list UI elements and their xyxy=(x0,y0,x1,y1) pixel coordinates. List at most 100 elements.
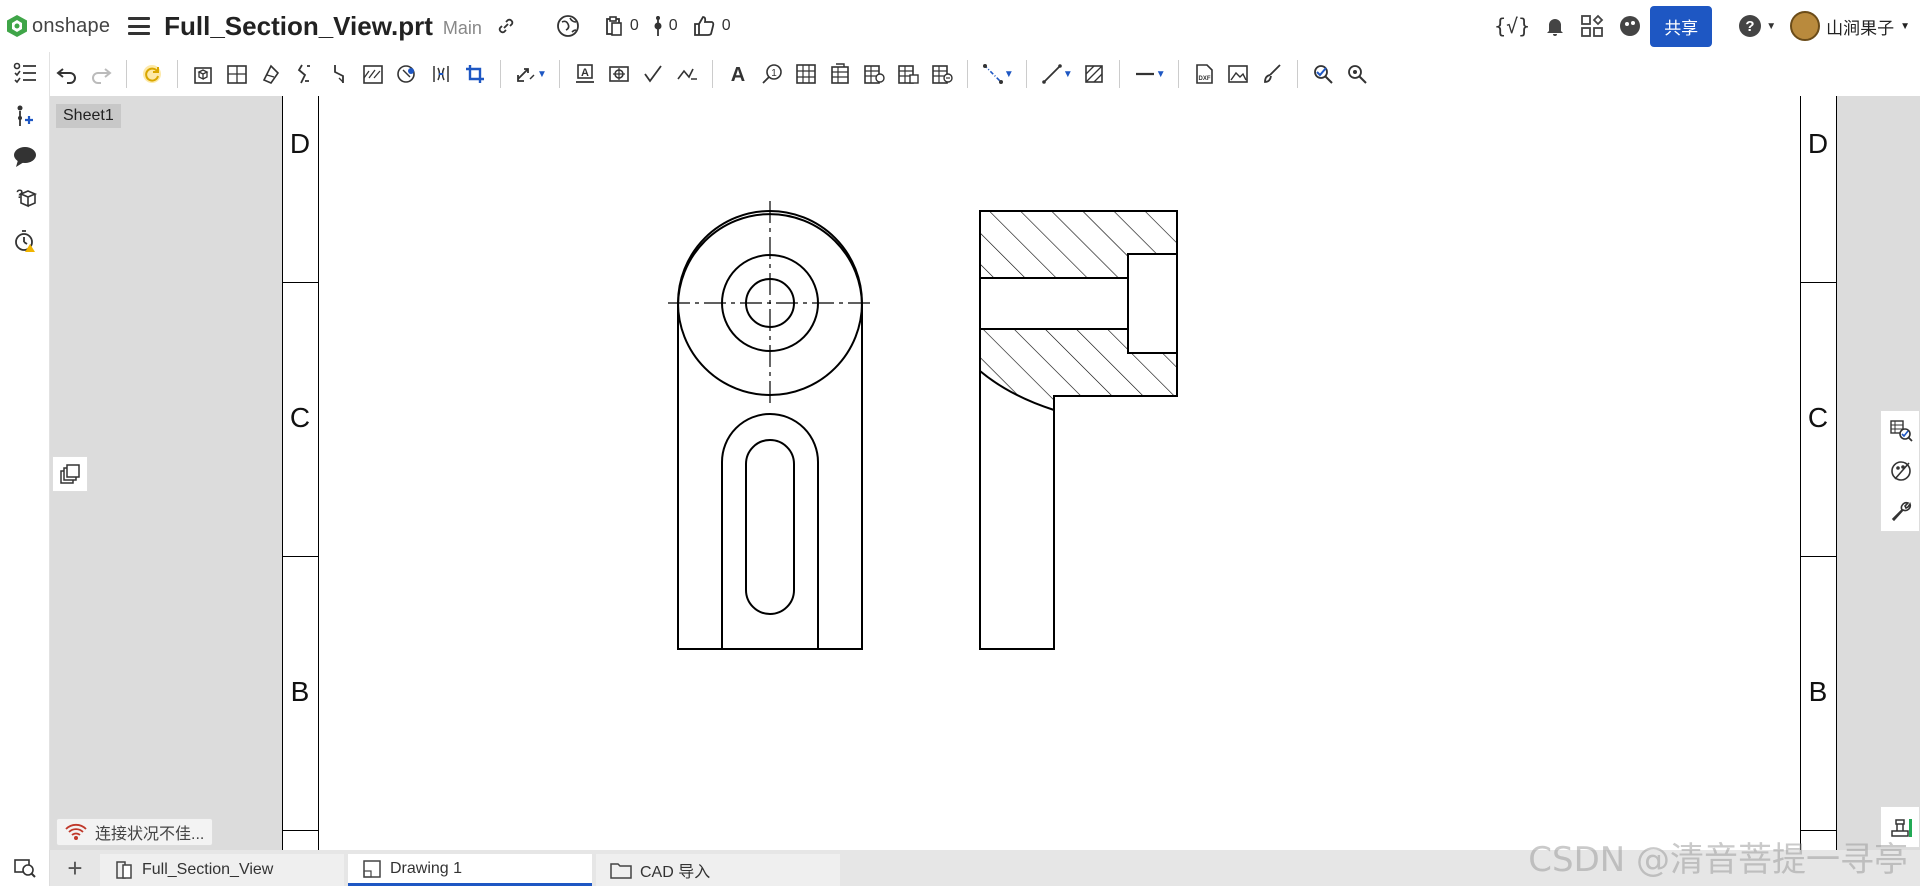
zone-label-b-left: B xyxy=(290,676,310,707)
clipboard-counter[interactable]: 0 xyxy=(604,15,639,37)
learning-center-icon[interactable] xyxy=(1618,14,1642,38)
branch-label[interactable]: Main xyxy=(443,18,482,39)
weld-symbol-icon[interactable] xyxy=(670,57,704,91)
tab-cad-import[interactable]: CAD 导入 xyxy=(596,854,840,886)
folder-icon xyxy=(610,863,632,879)
sketch-dropdown-chevron-icon[interactable]: ▼ xyxy=(1063,69,1073,80)
zone-divider xyxy=(1800,556,1836,557)
logo-text: onshape xyxy=(32,14,111,37)
top-bar: onshape Full_Section_View.prt Main 0 0 0… xyxy=(0,0,1920,52)
wrench-icon[interactable] xyxy=(1881,491,1920,531)
centerline-dropdown-chevron-icon[interactable]: ▼ xyxy=(1004,69,1014,80)
svg-text:?: ? xyxy=(1746,18,1755,35)
detail-view-icon[interactable] xyxy=(390,57,424,91)
zone-divider xyxy=(282,282,318,283)
update-refresh-icon[interactable] xyxy=(135,57,169,91)
zone-label-d-right: D xyxy=(1807,128,1829,159)
zone-label-c-left: C xyxy=(289,402,311,433)
regeneration-timer-icon[interactable] xyxy=(0,220,50,262)
add-tab-button[interactable]: + xyxy=(50,850,100,886)
drawing-toolbar: ▼ A A 1 ▼ ▼ ▼ DXF xyxy=(50,52,1920,96)
left-panel-icons: ? xyxy=(0,52,50,886)
globe-icon[interactable] xyxy=(556,14,580,38)
section-view-icon[interactable] xyxy=(288,57,322,91)
break-view-icon[interactable] xyxy=(424,57,458,91)
insert-image-icon[interactable] xyxy=(1221,57,1255,91)
feature-list-icon[interactable] xyxy=(0,52,50,94)
inspection-settings-icon[interactable] xyxy=(1340,57,1374,91)
border-line-right-outer xyxy=(1836,96,1837,850)
layers-icon xyxy=(60,464,80,484)
zone-label-d-left: D xyxy=(289,128,311,159)
svg-text:A: A xyxy=(731,64,745,86)
border-line-left-inner xyxy=(318,96,319,850)
zone-label-c-right: C xyxy=(1807,402,1829,433)
projected-view-icon[interactable] xyxy=(220,57,254,91)
drawing-tab-icon xyxy=(363,859,381,878)
broken-out-section-icon[interactable] xyxy=(356,57,390,91)
document-title[interactable]: Full_Section_View.prt xyxy=(164,11,433,42)
appearance-palette-icon[interactable] xyxy=(1881,451,1920,491)
crop-view-icon[interactable] xyxy=(458,57,492,91)
datum-icon[interactable] xyxy=(602,57,636,91)
drawing-sheet[interactable] xyxy=(282,96,1837,850)
clipboard-icon xyxy=(605,16,622,36)
tab-manager-icon xyxy=(13,859,36,878)
undo-icon[interactable] xyxy=(50,57,84,91)
likes-counter[interactable]: 0 xyxy=(692,14,731,38)
inspection-check-icon[interactable] xyxy=(1306,57,1340,91)
note-icon[interactable]: A xyxy=(568,57,602,91)
tab-manager-button[interactable] xyxy=(0,850,50,886)
share-button[interactable]: 共享 xyxy=(1650,5,1713,47)
format-painter-icon[interactable] xyxy=(1255,57,1289,91)
user-menu[interactable]: 山涧果子 ▼ xyxy=(1790,11,1910,41)
border-line-right-inner xyxy=(1800,96,1801,850)
revision-table-icon[interactable] xyxy=(925,57,959,91)
hole-table-icon[interactable] xyxy=(857,57,891,91)
link-icon[interactable] xyxy=(496,16,516,36)
comments-icon[interactable] xyxy=(0,136,50,178)
watermark: CSDN @清音菩提一寻亭 xyxy=(1528,840,1908,880)
svg-text:1: 1 xyxy=(771,68,777,79)
user-chevron-down-icon: ▼ xyxy=(1900,20,1910,32)
view-stack-button[interactable] xyxy=(52,456,88,492)
hatch-icon[interactable] xyxy=(1077,57,1111,91)
bom-table-icon[interactable] xyxy=(823,57,857,91)
user-name: 山涧果子 xyxy=(1826,18,1895,38)
zone-divider xyxy=(282,556,318,557)
line-style-dropdown-chevron-icon[interactable]: ▼ xyxy=(1156,69,1166,80)
text-icon[interactable]: A xyxy=(721,57,755,91)
table-icon[interactable] xyxy=(789,57,823,91)
connection-status[interactable]: 连接状况不佳... xyxy=(56,818,214,846)
variables-icon[interactable]: {√} xyxy=(1494,14,1530,38)
inspection-table-icon[interactable] xyxy=(1881,411,1920,451)
tab-drawing[interactable]: Drawing 1 xyxy=(348,854,592,886)
bend-table-icon[interactable] xyxy=(891,57,925,91)
versions-counter[interactable]: 0 xyxy=(653,15,678,37)
insert-view-icon[interactable] xyxy=(186,57,220,91)
main-menu-button[interactable] xyxy=(128,17,151,35)
help-icon[interactable]: ? xyxy=(1738,14,1762,38)
avatar xyxy=(1790,11,1821,41)
onshape-logo-icon xyxy=(7,15,27,37)
connection-status-text: 连接状况不佳... xyxy=(95,826,205,843)
insert-item-icon[interactable] xyxy=(0,94,50,136)
import-dxf-icon[interactable]: DXF xyxy=(1187,57,1221,91)
tab-part-studio[interactable]: Full_Section_View xyxy=(100,854,344,886)
auxiliary-view-icon[interactable] xyxy=(254,57,288,91)
callout-icon[interactable]: 1 xyxy=(755,57,789,91)
help-dropdown-chevron-icon[interactable]: ▼ xyxy=(1766,21,1776,32)
svg-text:?: ? xyxy=(16,187,23,201)
sheet-tab[interactable]: Sheet1 xyxy=(56,104,121,128)
notifications-bell-icon[interactable] xyxy=(1544,15,1566,37)
dimension-dropdown-chevron-icon[interactable]: ▼ xyxy=(537,69,547,80)
aligned-section-view-icon[interactable] xyxy=(322,57,356,91)
surface-finish-icon[interactable] xyxy=(636,57,670,91)
app-store-icon[interactable] xyxy=(1580,14,1604,38)
parts-unknown-icon[interactable]: ? xyxy=(0,178,50,220)
redo-icon[interactable] xyxy=(84,57,118,91)
zone-label-b-right: B xyxy=(1808,676,1828,707)
version-graph-icon xyxy=(654,16,662,36)
zone-divider xyxy=(1800,282,1836,283)
onshape-logo[interactable]: onshape xyxy=(6,14,110,38)
